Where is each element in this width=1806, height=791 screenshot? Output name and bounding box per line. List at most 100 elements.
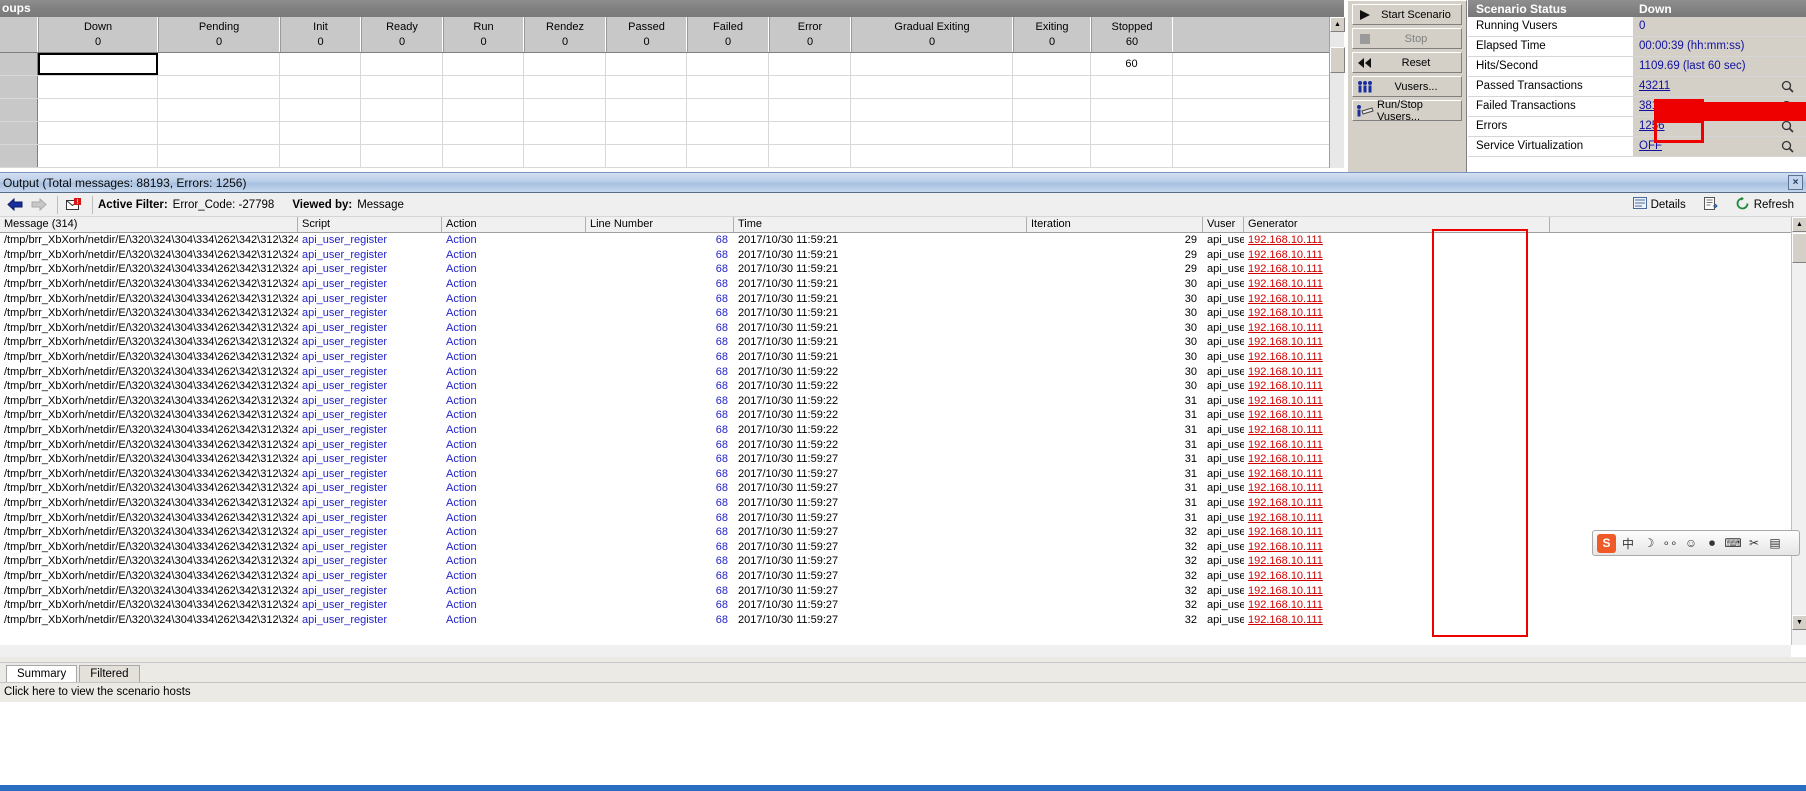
groups-row-header[interactable]	[0, 53, 38, 75]
table-row[interactable]: /tmp/brr_XbXorh/netdir/E/\320\324\304\33…	[0, 525, 1806, 540]
back-arrow-icon[interactable]	[4, 195, 26, 215]
export-button[interactable]	[1697, 195, 1724, 214]
groups-cell[interactable]	[1091, 145, 1173, 167]
message-error-icon[interactable]: !	[63, 195, 85, 215]
forward-arrow-icon[interactable]	[28, 195, 50, 215]
table-row[interactable]: /tmp/brr_XbXorh/netdir/E/\320\324\304\33…	[0, 481, 1806, 496]
log-scrollbar-thumb[interactable]	[1792, 233, 1806, 263]
groups-cell[interactable]	[687, 53, 769, 75]
scenario-status-value[interactable]: 1256	[1639, 120, 1665, 132]
groups-column-exiting[interactable]: Exiting 0	[1013, 17, 1091, 52]
log-horizontal-scrollbar[interactable]	[0, 645, 1791, 657]
log-grid-body[interactable]: /tmp/brr_XbXorh/netdir/E/\320\324\304\33…	[0, 233, 1806, 645]
groups-cell[interactable]	[606, 145, 687, 167]
table-row[interactable]: /tmp/brr_XbXorh/netdir/E/\320\324\304\33…	[0, 612, 1806, 627]
tab-summary[interactable]: Summary	[6, 665, 78, 682]
groups-cell[interactable]	[443, 53, 524, 75]
start-scenario-button[interactable]: Start Scenario	[1352, 4, 1462, 25]
scenario-status-value[interactable]: OFF	[1639, 140, 1662, 152]
groups-cell[interactable]	[851, 99, 1013, 121]
close-icon[interactable]: ×	[1788, 175, 1803, 190]
ime-button-1[interactable]: ☽	[1640, 534, 1658, 552]
groups-cell[interactable]	[851, 53, 1013, 75]
table-row[interactable]: /tmp/brr_XbXorh/netdir/E/\320\324\304\33…	[0, 350, 1806, 365]
groups-cell[interactable]	[687, 76, 769, 98]
table-row[interactable]: /tmp/brr_XbXorh/netdir/E/\320\324\304\33…	[0, 364, 1806, 379]
magnifier-icon[interactable]	[1781, 140, 1794, 153]
groups-cell[interactable]	[769, 76, 851, 98]
log-column-message-314[interactable]: Message (314)	[0, 217, 298, 232]
log-scroll-down-icon[interactable]: ▼	[1792, 615, 1806, 630]
groups-cell[interactable]	[606, 53, 687, 75]
log-column-generator[interactable]: Generator	[1244, 217, 1550, 232]
groups-cell[interactable]	[443, 145, 524, 167]
status-bar[interactable]: Click here to view the scenario hosts	[0, 682, 1806, 702]
groups-row-header[interactable]	[0, 76, 38, 98]
table-row[interactable]: /tmp/brr_XbXorh/netdir/E/\320\324\304\33…	[0, 467, 1806, 482]
log-column-vuser[interactable]: Vuser	[1203, 217, 1244, 232]
log-column-iteration[interactable]: Iteration	[1027, 217, 1203, 232]
table-row[interactable]: /tmp/brr_XbXorh/netdir/E/\320\324\304\33…	[0, 379, 1806, 394]
ime-button-3[interactable]: ☺	[1682, 534, 1700, 552]
groups-cell[interactable]	[524, 145, 606, 167]
groups-row[interactable]: 60	[0, 53, 1344, 76]
scenario-status-value[interactable]: 43211	[1639, 80, 1670, 92]
viewed-by-value[interactable]: Message	[357, 199, 404, 211]
groups-cell[interactable]	[361, 122, 443, 144]
groups-cell[interactable]	[443, 76, 524, 98]
refresh-button[interactable]: Refresh	[1729, 195, 1800, 214]
groups-column-stopped[interactable]: Stopped 60	[1091, 17, 1173, 52]
groups-cell[interactable]	[769, 145, 851, 167]
table-row[interactable]: /tmp/brr_XbXorh/netdir/E/\320\324\304\33…	[0, 598, 1806, 613]
groups-column-ready[interactable]: Ready 0	[361, 17, 443, 52]
table-row[interactable]: /tmp/brr_XbXorh/netdir/E/\320\324\304\33…	[0, 306, 1806, 321]
groups-cell[interactable]	[1091, 76, 1173, 98]
groups-column-passed[interactable]: Passed 0	[606, 17, 687, 52]
table-row[interactable]: /tmp/brr_XbXorh/netdir/E/\320\324\304\33…	[0, 437, 1806, 452]
table-row[interactable]: /tmp/brr_XbXorh/netdir/E/\320\324\304\33…	[0, 277, 1806, 292]
run-stop-vusers-button[interactable]: Run/Stop Vusers...	[1352, 99, 1462, 123]
table-row[interactable]: /tmp/brr_XbXorh/netdir/E/\320\324\304\33…	[0, 452, 1806, 467]
groups-cell[interactable]	[280, 99, 361, 121]
table-row[interactable]: /tmp/brr_XbXorh/netdir/E/\320\324\304\33…	[0, 583, 1806, 598]
table-row[interactable]: /tmp/brr_XbXorh/netdir/E/\320\324\304\33…	[0, 510, 1806, 525]
groups-cell[interactable]	[851, 76, 1013, 98]
groups-cell[interactable]	[851, 145, 1013, 167]
groups-cell[interactable]	[158, 76, 280, 98]
groups-cell[interactable]	[687, 145, 769, 167]
table-row[interactable]: /tmp/brr_XbXorh/netdir/E/\320\324\304\33…	[0, 248, 1806, 263]
table-row[interactable]: /tmp/brr_XbXorh/netdir/E/\320\324\304\33…	[0, 233, 1806, 248]
groups-cell[interactable]	[443, 99, 524, 121]
groups-cell[interactable]	[361, 99, 443, 121]
groups-cell[interactable]	[606, 76, 687, 98]
groups-row[interactable]	[0, 76, 1344, 99]
groups-column-rendez[interactable]: Rendez 0	[524, 17, 606, 52]
table-row[interactable]: /tmp/brr_XbXorh/netdir/E/\320\324\304\33…	[0, 394, 1806, 409]
groups-cell[interactable]	[1091, 99, 1173, 121]
vusers-button[interactable]: Vusers...	[1352, 76, 1462, 97]
scroll-up-icon[interactable]: ▲	[1330, 17, 1345, 32]
table-row[interactable]: /tmp/brr_XbXorh/netdir/E/\320\324\304\33…	[0, 262, 1806, 277]
ime-button-4[interactable]: ⏺	[1703, 534, 1721, 552]
groups-vertical-scrollbar[interactable]: ▲	[1329, 17, 1345, 168]
table-row[interactable]: /tmp/brr_XbXorh/netdir/E/\320\324\304\33…	[0, 539, 1806, 554]
table-row[interactable]: /tmp/brr_XbXorh/netdir/E/\320\324\304\33…	[0, 335, 1806, 350]
log-column-time[interactable]: Time	[734, 217, 1027, 232]
log-column-action[interactable]: Action	[442, 217, 586, 232]
scrollbar-thumb[interactable]	[1330, 47, 1345, 73]
groups-column-init[interactable]: Init 0	[280, 17, 361, 52]
table-row[interactable]: /tmp/brr_XbXorh/netdir/E/\320\324\304\33…	[0, 321, 1806, 336]
groups-cell[interactable]	[606, 99, 687, 121]
scenario-status-value[interactable]: 381	[1639, 100, 1658, 112]
log-column-script[interactable]: Script	[298, 217, 442, 232]
reset-button[interactable]: Reset	[1352, 52, 1462, 73]
ime-button-7[interactable]: ▤	[1766, 534, 1784, 552]
ime-logo-icon[interactable]: S	[1597, 533, 1616, 553]
groups-row[interactable]	[0, 145, 1344, 168]
groups-cell[interactable]	[524, 76, 606, 98]
groups-cell[interactable]	[361, 145, 443, 167]
table-row[interactable]: /tmp/brr_XbXorh/netdir/E/\320\324\304\33…	[0, 423, 1806, 438]
groups-cell[interactable]	[361, 53, 443, 75]
groups-cell[interactable]	[687, 99, 769, 121]
groups-cell[interactable]	[38, 99, 158, 121]
